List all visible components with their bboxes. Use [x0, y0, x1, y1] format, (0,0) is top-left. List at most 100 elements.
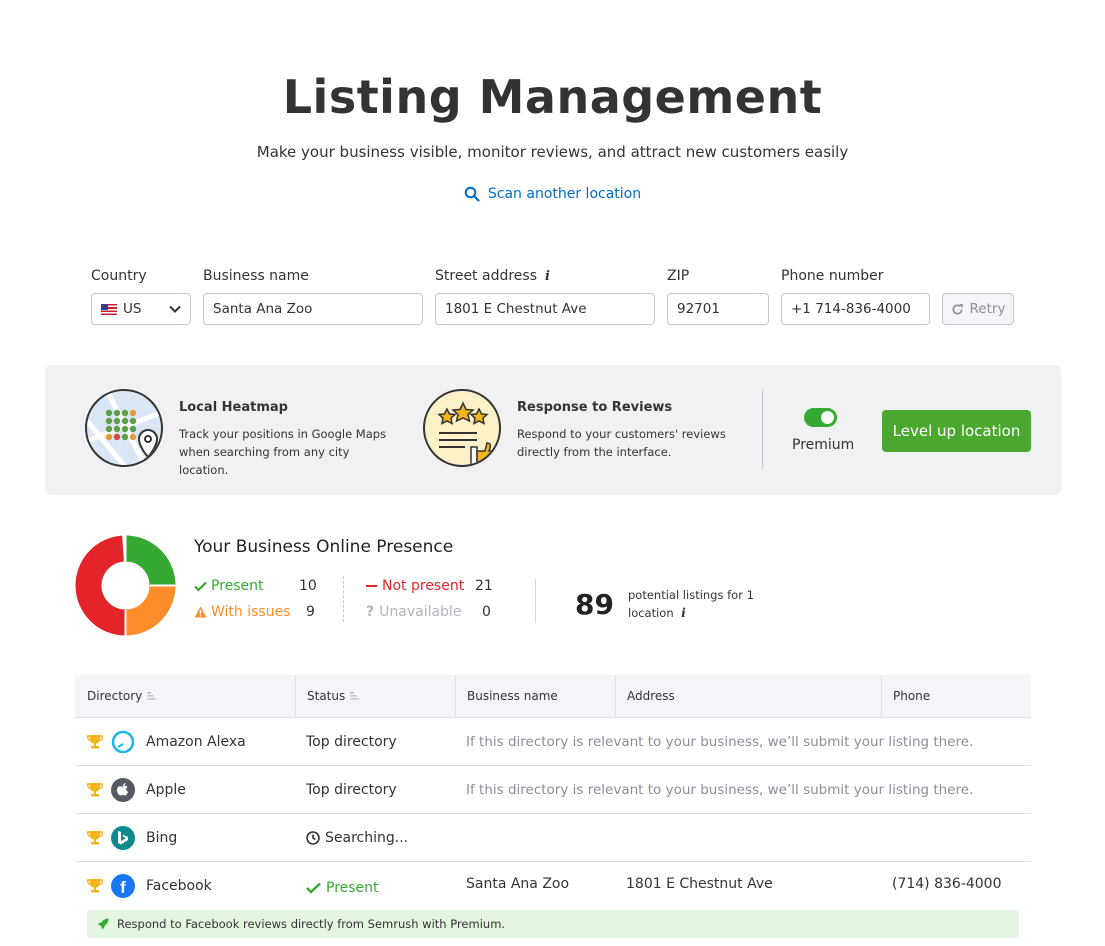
total-listings-desc: potential listings for 1 location [628, 588, 754, 620]
business-name-cell: Santa Ana Zoo [466, 875, 570, 892]
business-name-label: Business name [203, 268, 309, 284]
trophy-icon [87, 718, 103, 765]
directory-name: Bing [146, 829, 178, 846]
retry-button[interactable]: Retry [942, 293, 1014, 325]
zip-input[interactable]: 92701 [667, 293, 769, 325]
trophy-icon [87, 814, 103, 861]
clock-icon [306, 830, 320, 845]
promo-divider [762, 389, 763, 469]
status-cell: Searching... [306, 814, 408, 861]
premium-label: Premium [792, 437, 855, 453]
not-present-label: Not present [382, 578, 465, 594]
with-issues-stat[interactable]: With issues [194, 604, 291, 620]
column-status-label: Status [307, 689, 346, 703]
row-note: If this directory is relevant to your bu… [466, 781, 974, 798]
bing-icon [111, 826, 135, 850]
alexa-icon [111, 730, 135, 754]
unavailable-label: Unavailable [379, 604, 462, 620]
page-title: Listing Management [282, 70, 823, 124]
scan-link-label: Scan another location [487, 186, 642, 202]
page-subtitle: Make your business visible, monitor revi… [256, 143, 849, 161]
check-icon [194, 581, 207, 592]
scan-another-location-link[interactable]: Scan another location [0, 186, 1105, 202]
warning-icon [194, 606, 207, 618]
country-value: US [123, 301, 142, 317]
not-present-stat[interactable]: Not present [366, 578, 464, 594]
facebook-icon: f [111, 874, 135, 898]
street-address-label-wrap: Street address i [435, 268, 550, 284]
table-row[interactable]: Bing Searching... [75, 814, 1031, 862]
zip-label: ZIP [667, 268, 690, 284]
column-address: Address [627, 689, 675, 703]
minus-icon [366, 585, 377, 587]
presence-title: Your Business Online Presence [194, 537, 454, 557]
banner-text: Respond to Facebook reviews directly fro… [117, 917, 506, 931]
address-cell: 1801 E Chestnut Ave [626, 875, 773, 892]
directory-name: Facebook [146, 877, 212, 894]
facebook-premium-banner: Respond to Facebook reviews directly fro… [87, 910, 1019, 938]
search-icon [464, 186, 480, 202]
country-select[interactable]: US [91, 293, 191, 325]
directory-name: Amazon Alexa [146, 733, 246, 750]
with-issues-label: With issues [211, 604, 291, 620]
trophy-icon [87, 766, 103, 813]
reviews-desc: Respond to your customers' reviews direc… [517, 427, 726, 459]
table-header: Directory Status Business name Address P… [75, 675, 1031, 718]
rocket-icon [98, 918, 109, 930]
phone-cell: (714) 836-4000 [892, 875, 1002, 892]
us-flag-icon [101, 303, 117, 315]
heatmap-title: Local Heatmap [179, 400, 288, 415]
sort-icon [350, 692, 360, 700]
stats-separator [535, 579, 536, 623]
column-business-name: Business name [467, 689, 558, 703]
info-icon[interactable]: i [681, 606, 686, 620]
heatmap-desc: Track your positions in Google Maps when… [179, 427, 387, 477]
not-present-count: 21 [475, 578, 493, 594]
question-icon: ? [366, 604, 375, 620]
street-address-input[interactable]: 1801 E Chestnut Ave [435, 293, 655, 325]
column-phone: Phone [893, 689, 931, 703]
present-stat[interactable]: Present [194, 578, 264, 594]
reviews-title: Response to Reviews [517, 400, 673, 415]
directory-name: Apple [146, 781, 186, 798]
with-issues-count: 9 [306, 604, 315, 620]
status-cell: Present [306, 864, 379, 911]
status-text: Present [326, 879, 379, 896]
stats-divider [343, 576, 344, 622]
apple-icon [111, 778, 135, 802]
table-row[interactable]: f Facebook Present Santa Ana Zoo 1801 E … [75, 862, 1031, 910]
presence-donut-chart [75, 535, 176, 636]
phone-label: Phone number [781, 268, 884, 284]
premium-toggle[interactable] [804, 408, 837, 427]
column-directory-label: Directory [87, 689, 143, 703]
level-up-location-button[interactable]: Level up location [882, 410, 1031, 452]
column-directory[interactable]: Directory [75, 675, 295, 717]
total-listings-count: 89 [575, 588, 614, 621]
info-icon[interactable]: i [545, 269, 550, 284]
retry-label: Retry [969, 301, 1006, 317]
table-row[interactable]: Amazon Alexa Top directory If this direc… [75, 718, 1031, 766]
check-icon [306, 882, 321, 894]
status-text: Top directory [306, 781, 397, 798]
sort-icon [147, 692, 157, 700]
present-label: Present [211, 578, 264, 594]
status-text: Searching... [325, 829, 409, 846]
refresh-icon [952, 303, 963, 314]
heatmap-icon [85, 389, 163, 467]
present-count: 10 [299, 578, 317, 594]
country-label: Country [91, 268, 147, 284]
business-name-input[interactable]: Santa Ana Zoo [203, 293, 423, 325]
status-text: Top directory [306, 733, 397, 750]
reviews-icon [423, 389, 501, 467]
unavailable-count: 0 [482, 604, 491, 620]
directory-table: Directory Status Business name Address P… [75, 675, 1031, 910]
chevron-down-icon [169, 305, 181, 313]
column-status[interactable]: Status [295, 675, 455, 717]
street-address-label: Street address [435, 268, 537, 284]
trophy-icon [87, 862, 103, 909]
table-row[interactable]: Apple Top directory If this directory is… [75, 766, 1031, 814]
phone-input[interactable]: +1 714-836-4000 [781, 293, 930, 325]
premium-promo-panel: Local Heatmap Track your positions in Go… [45, 365, 1061, 495]
row-note: If this directory is relevant to your bu… [466, 733, 974, 750]
unavailable-stat[interactable]: ? Unavailable [366, 604, 461, 620]
